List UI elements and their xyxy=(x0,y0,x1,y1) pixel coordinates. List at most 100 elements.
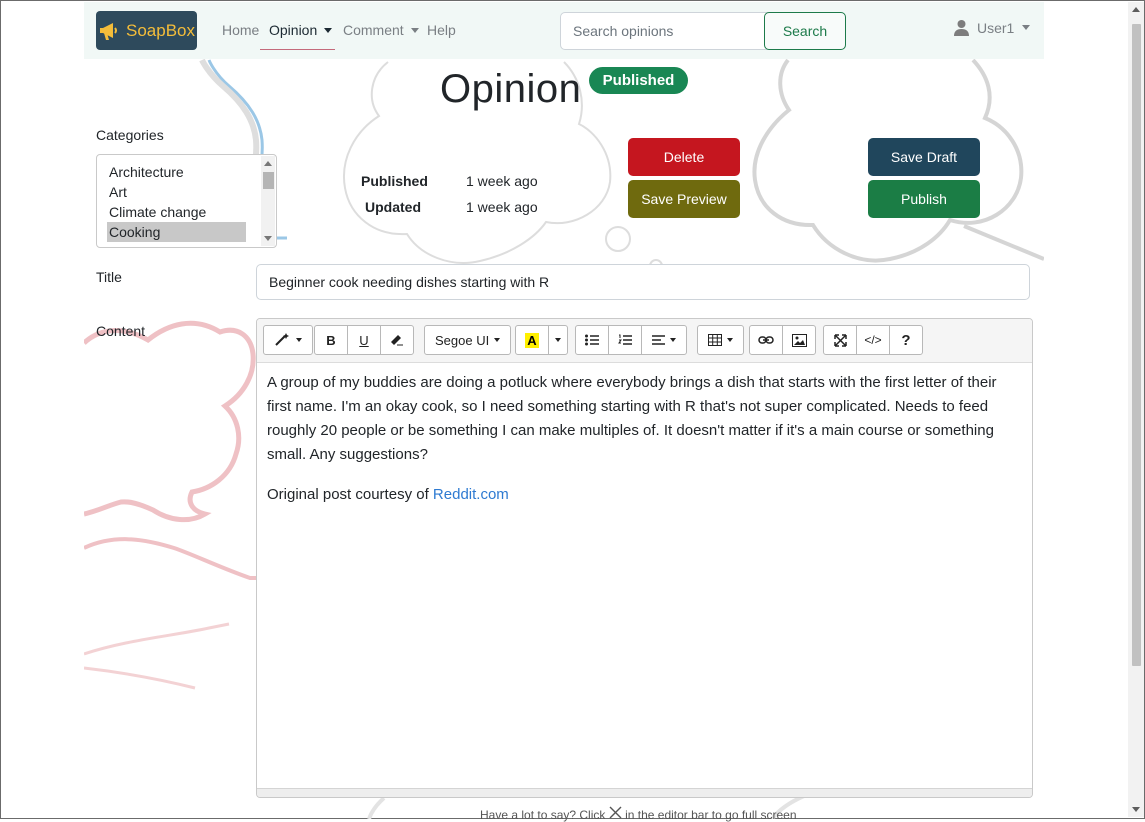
align-left-icon xyxy=(652,335,665,345)
nav-active-indicator xyxy=(260,49,335,50)
bold-button[interactable]: B xyxy=(314,325,348,355)
nav-comment-label: Comment xyxy=(343,22,404,38)
text-color-dropdown[interactable] xyxy=(548,325,568,355)
footer-hint: Have a lot to say? Click in the editor b… xyxy=(480,806,797,822)
chevron-down-icon xyxy=(727,338,733,342)
chevron-down-icon xyxy=(296,338,302,342)
content-paragraph: A group of my buddies are doing a potluc… xyxy=(267,374,997,463)
footer-hint-end: in the editor bar to go full screen xyxy=(625,808,797,822)
nav-help[interactable]: Help xyxy=(427,22,456,38)
scroll-up-icon[interactable] xyxy=(1132,7,1140,12)
text-color-button[interactable]: A xyxy=(515,325,549,355)
eraser-icon xyxy=(391,335,403,346)
published-value: 1 week ago xyxy=(466,173,538,189)
font-family-label: Segoe UI xyxy=(435,332,490,348)
table-icon xyxy=(708,334,722,346)
scroll-down-icon[interactable] xyxy=(1132,807,1140,812)
scroll-up-icon[interactable] xyxy=(264,161,272,166)
underline-button[interactable]: U xyxy=(347,325,381,355)
published-label: Published xyxy=(361,173,428,189)
publish-button[interactable]: Publish xyxy=(868,180,980,218)
user-icon xyxy=(954,20,969,36)
megaphone-icon xyxy=(100,22,117,40)
title-input[interactable] xyxy=(256,264,1030,300)
help-button[interactable]: ? xyxy=(889,325,923,355)
title-label: Title xyxy=(96,269,122,285)
color-group: A xyxy=(515,325,568,355)
style-group xyxy=(263,325,313,355)
category-option-selected[interactable]: Cooking xyxy=(107,222,246,242)
chevron-down-icon xyxy=(1022,24,1031,30)
category-option[interactable]: Art xyxy=(109,182,246,202)
categories-label: Categories xyxy=(96,127,164,143)
paragraph-group xyxy=(575,325,687,355)
editor-content[interactable]: A group of my buddies are doing a potluc… xyxy=(267,371,1021,523)
user-menu[interactable]: User1 xyxy=(954,20,1031,36)
clear-format-button[interactable] xyxy=(380,325,414,355)
fullscreen-icon xyxy=(609,806,622,819)
delete-button[interactable]: Delete xyxy=(628,138,740,176)
format-group: B U xyxy=(314,325,414,355)
page-body: { "brand": { "name": "SoapBox", "icon": … xyxy=(0,0,1145,822)
status-badge: Published xyxy=(589,67,688,94)
chevron-down-icon xyxy=(494,338,501,342)
updated-value: 1 week ago xyxy=(466,199,538,215)
chevron-down-icon xyxy=(555,338,561,342)
nav-opinion[interactable]: Opinion xyxy=(269,22,333,38)
fullscreen-icon xyxy=(833,333,847,347)
insert-group xyxy=(749,325,816,355)
nav-opinion-label: Opinion xyxy=(269,22,318,38)
paragraph-align-button[interactable] xyxy=(641,325,687,355)
chevron-down-icon xyxy=(410,27,419,33)
editor-toolbar: B U Segoe UI A </> ? xyxy=(257,319,1032,363)
font-family-group: Segoe UI xyxy=(424,325,512,355)
credit-paragraph: Original post courtesy of Reddit.com xyxy=(267,483,1021,507)
reddit-link[interactable]: Reddit.com xyxy=(433,486,509,503)
category-scrollbar[interactable] xyxy=(261,156,275,246)
page-heading: Opinion xyxy=(440,67,581,112)
category-option[interactable]: Architecture xyxy=(109,162,246,182)
scroll-down-icon[interactable] xyxy=(264,236,272,241)
editor-resize-bar[interactable] xyxy=(257,788,1032,797)
image-icon xyxy=(791,333,807,347)
top-navbar: SoapBox Home Opinion Comment Help Search… xyxy=(84,2,1044,59)
search-button[interactable]: Search xyxy=(764,12,846,50)
credit-prefix: Original post courtesy of xyxy=(267,486,433,503)
rich-text-editor: B U Segoe UI A </> ? A group of my buddi… xyxy=(256,318,1033,798)
category-listbox[interactable]: Architecture Art Climate change Cooking xyxy=(96,154,277,248)
magic-wand-icon xyxy=(275,333,289,346)
numbered-list-icon xyxy=(618,334,632,345)
table-group xyxy=(697,325,744,355)
insert-link-button[interactable] xyxy=(749,325,783,355)
insert-image-button[interactable] xyxy=(782,325,816,355)
category-scroll-thumb[interactable] xyxy=(263,172,274,189)
view-group: </> ? xyxy=(823,325,923,355)
code-view-button[interactable]: </> xyxy=(856,325,890,355)
username: User1 xyxy=(977,20,1015,36)
category-option[interactable]: Climate change xyxy=(109,202,246,222)
magic-wand-button[interactable] xyxy=(263,325,313,355)
nav-comment[interactable]: Comment xyxy=(343,22,419,38)
page-title: Opinion xyxy=(440,67,582,111)
content-label: Content xyxy=(96,323,146,339)
page-scrollbar[interactable] xyxy=(1128,2,1144,817)
footer-hint-start: Have a lot to say? Click xyxy=(480,808,606,822)
bullet-list-icon xyxy=(585,334,599,346)
table-button[interactable] xyxy=(697,325,744,355)
save-draft-button[interactable]: Save Draft xyxy=(868,138,980,176)
brand-logo[interactable]: SoapBox xyxy=(96,11,197,50)
fullscreen-button[interactable] xyxy=(823,325,857,355)
link-icon xyxy=(758,336,774,344)
brand-name: SoapBox xyxy=(126,20,195,40)
bullet-list-button[interactable] xyxy=(575,325,609,355)
chevron-down-icon xyxy=(670,338,676,342)
numbered-list-button[interactable] xyxy=(608,325,642,355)
updated-label: Updated xyxy=(365,199,421,215)
chevron-down-icon xyxy=(324,27,333,33)
font-family-select[interactable]: Segoe UI xyxy=(424,325,512,355)
text-color-icon: A xyxy=(525,332,539,348)
search-input[interactable] xyxy=(560,12,780,50)
nav-home[interactable]: Home xyxy=(222,22,259,38)
page-scroll-thumb[interactable] xyxy=(1132,24,1141,666)
save-preview-button[interactable]: Save Preview xyxy=(628,180,740,218)
